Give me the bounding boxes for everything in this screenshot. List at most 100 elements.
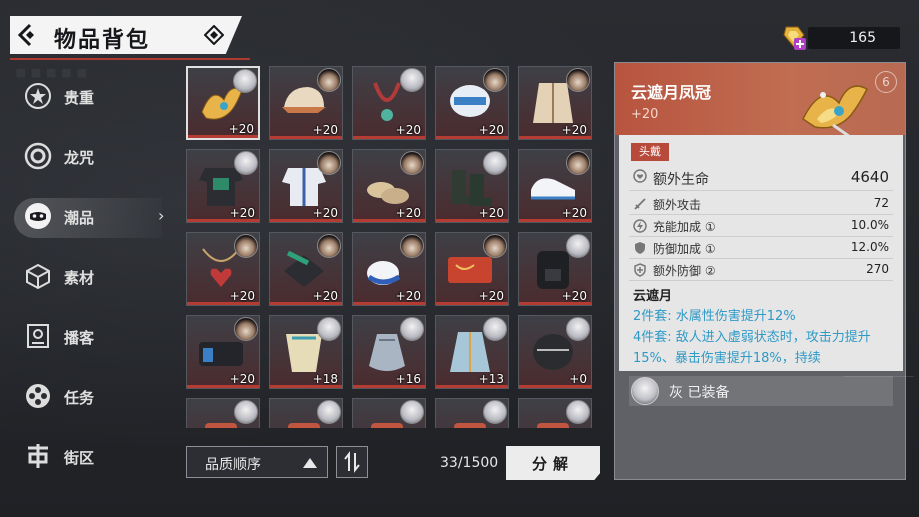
inventory-cell[interactable]: +20	[435, 66, 509, 140]
detail-header: 云遮月凤冠 +20 6	[615, 63, 905, 155]
shield-plus-icon	[634, 263, 646, 277]
owner-avatar	[400, 151, 424, 175]
owner-avatar	[233, 69, 257, 93]
sidebar-item-trendy[interactable]: 潮品 ›	[0, 194, 170, 240]
sub-stat-row: 额外防御 ② 270	[629, 259, 893, 281]
inventory-cell[interactable]: +0	[518, 315, 592, 389]
inventory-capacity: 33/1500	[440, 455, 499, 471]
inventory-cell[interactable]: +20	[435, 149, 509, 223]
inventory-cell[interactable]: +20	[186, 149, 260, 223]
owner-avatar	[317, 317, 341, 341]
inventory-cell[interactable]: +20	[186, 66, 260, 140]
item-level: +20	[561, 206, 587, 220]
owner-avatar	[566, 400, 590, 424]
owner-avatar	[566, 317, 590, 341]
item-level: +0	[569, 372, 587, 386]
equipped-text: 灰 已装备	[669, 385, 730, 401]
owner-avatar	[234, 400, 258, 424]
item-level: +20	[478, 289, 504, 303]
sub-stat-row: 防御加成 ① 12.0%	[629, 237, 893, 259]
sidebar-item-label: 贵重	[64, 89, 95, 107]
energy-icon	[633, 219, 647, 233]
owner-avatar	[483, 234, 507, 258]
inventory-cell[interactable]: +20	[269, 232, 343, 306]
shield-icon	[635, 242, 645, 254]
sidebar-item-valuables[interactable]: 贵重	[0, 74, 170, 120]
stat-name: 额外攻击	[653, 198, 702, 212]
currency-display[interactable]: 165	[780, 23, 900, 53]
currency-amount: 165	[808, 27, 900, 49]
ring-icon	[24, 142, 52, 170]
inventory-cell[interactable]	[518, 398, 592, 428]
item-level: +20	[395, 206, 421, 220]
sidebar-item-materials[interactable]: 素材	[0, 254, 170, 300]
item-level: +20	[312, 289, 338, 303]
owner-avatar	[317, 68, 341, 92]
inventory-cell[interactable]: +20	[186, 315, 260, 389]
item-level: +20	[229, 206, 255, 220]
inventory-cell[interactable]: +13	[435, 315, 509, 389]
star-badge-icon	[25, 83, 51, 109]
item-level: +20	[395, 123, 421, 137]
inventory-cell[interactable]: +20	[518, 66, 592, 140]
owner-avatar	[317, 151, 341, 175]
sidebar-item-dragon-curse[interactable]: 龙咒	[0, 134, 170, 180]
decorative-line	[844, 376, 914, 416]
owner-avatar	[400, 68, 424, 92]
sidebar-item-tasks[interactable]: 任务	[0, 374, 170, 420]
inventory-cell[interactable]: +16	[352, 315, 426, 389]
set-description: 2件套: 水属性伤害提升12% 4件套: 敌人进入虚弱状态时，攻击力提升15%、…	[633, 306, 899, 369]
stat-value: 12.0%	[850, 240, 889, 254]
inventory-cell[interactable]	[435, 398, 509, 428]
inventory-cell[interactable]: +20	[352, 232, 426, 306]
item-level: +20	[228, 122, 254, 136]
item-level: +20	[395, 289, 421, 303]
item-level: +20	[229, 289, 255, 303]
decompose-button[interactable]: 分解	[506, 446, 600, 480]
stats-area: 头戴 额外生命 4640 额外攻击 72 充能加成 ① 10.0% 防御加成 ①…	[619, 135, 903, 371]
item-level: +18	[312, 372, 338, 386]
diamond-info-icon[interactable]	[203, 24, 225, 46]
owner-avatar	[317, 400, 341, 424]
owner-avatar	[234, 151, 258, 175]
inventory-cell[interactable]: +18	[269, 315, 343, 389]
inventory-cell[interactable]: +20	[352, 66, 426, 140]
owner-avatar	[317, 234, 341, 258]
inventory-cell[interactable]	[186, 398, 260, 428]
mask-icon	[25, 203, 51, 229]
inventory-cell[interactable]: +20	[269, 66, 343, 140]
sidebar-item-label: 龙咒	[64, 149, 95, 167]
sword-icon	[634, 198, 646, 210]
owner-avatar	[400, 234, 424, 258]
inventory-cell[interactable]: +20	[435, 232, 509, 306]
stat-name: 额外生命	[653, 172, 709, 188]
sidebar-item-podcast[interactable]: 播客	[0, 314, 170, 360]
inventory-cell[interactable]	[352, 398, 426, 428]
owner-avatar	[483, 151, 507, 175]
chevron-right-icon: ›	[158, 206, 165, 225]
owner-avatar	[234, 317, 258, 341]
sidebar-item-label: 街区	[64, 449, 95, 467]
sidebar-item-district[interactable]: 街区	[0, 434, 170, 480]
inventory-cell[interactable]: +20	[269, 149, 343, 223]
item-grid: +20 +20 +20 +20 +20 +20 +20 +20 +20 +20 +20 +20 +20 +…	[184, 64, 598, 428]
inventory-cell[interactable]: +20	[186, 232, 260, 306]
owner-avatar	[566, 151, 590, 175]
sidebar-item-label: 素材	[64, 269, 95, 287]
inventory-cell[interactable]: +20	[518, 149, 592, 223]
district-icon	[28, 444, 48, 468]
item-level: +20	[229, 372, 255, 386]
sort-order-button[interactable]	[336, 446, 368, 478]
sort-dropdown-label: 品质顺序	[205, 457, 261, 473]
owner-avatar	[566, 234, 590, 258]
set-name: 云遮月	[633, 289, 673, 304]
inventory-cell[interactable]: +20	[352, 149, 426, 223]
sort-dropdown[interactable]: 品质顺序	[186, 446, 328, 478]
inventory-cell[interactable]: +20	[518, 232, 592, 306]
back-button[interactable]	[14, 19, 44, 51]
sort-toggle-icon	[344, 451, 360, 473]
inventory-cell[interactable]	[269, 398, 343, 428]
stat-value: 4640	[850, 168, 889, 186]
item-level: +13	[478, 372, 504, 386]
owner-avatar	[400, 400, 424, 424]
